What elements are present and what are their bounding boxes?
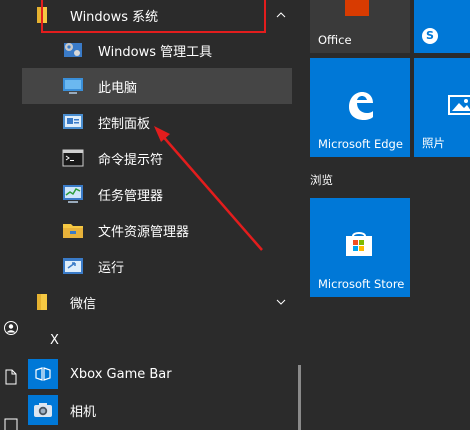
list-item-label: 任务管理器 xyxy=(98,188,164,204)
admin-tools-icon xyxy=(58,35,88,65)
control-panel-icon xyxy=(58,107,88,137)
list-item-admin-tools[interactable]: Windows 管理工具 xyxy=(22,32,292,68)
office-icon xyxy=(345,0,369,16)
folder-icon xyxy=(28,287,58,317)
task-manager-icon xyxy=(58,179,88,209)
photos-icon xyxy=(448,94,470,116)
tile-store[interactable]: Microsoft Store xyxy=(310,198,410,297)
store-icon xyxy=(344,230,374,258)
pictures-icon[interactable] xyxy=(4,418,18,430)
scrollbar[interactable] xyxy=(298,365,301,430)
file-explorer-icon xyxy=(58,215,88,245)
list-item-this-pc[interactable]: 此电脑 xyxy=(22,68,292,104)
cmd-icon xyxy=(58,143,88,173)
list-item-label: 命令提示符 xyxy=(98,152,164,168)
list-item-label: 控制面板 xyxy=(98,116,151,132)
start-menu: Windows 系统 Windows 管理工具 此电脑 控制面板 命令提示符 任… xyxy=(0,0,470,430)
section-letter-x[interactable]: X xyxy=(50,333,59,348)
run-icon xyxy=(58,251,88,281)
chevron-down-icon[interactable] xyxy=(276,299,286,305)
tile-label: Microsoft Store xyxy=(318,277,405,291)
chevron-up-icon[interactable] xyxy=(276,12,286,18)
list-item-cmd[interactable]: 命令提示符 xyxy=(22,140,292,176)
tile-photos[interactable]: 照片 xyxy=(414,58,470,157)
camera-icon xyxy=(28,395,58,425)
group-wechat[interactable]: 微信 xyxy=(22,284,292,320)
list-item-label: 此电脑 xyxy=(98,80,138,96)
start-rail xyxy=(0,0,22,430)
tile-label: Microsoft Edge xyxy=(318,137,403,151)
list-item-run[interactable]: 运行 xyxy=(22,248,292,284)
list-item-label: 运行 xyxy=(98,260,125,276)
folder-icon xyxy=(28,0,58,30)
this-pc-icon xyxy=(58,71,88,101)
group-windows-system[interactable]: Windows 系统 xyxy=(22,0,292,33)
documents-icon[interactable] xyxy=(4,369,18,385)
tile-edge[interactable]: Microsoft Edge xyxy=(310,58,410,157)
tile-skype[interactable]: S xyxy=(414,0,470,53)
user-avatar-icon[interactable] xyxy=(4,321,18,335)
tile-label: 照片 xyxy=(422,136,445,150)
group-label: Windows 系统 xyxy=(70,9,159,25)
list-item-task-manager[interactable]: 任务管理器 xyxy=(22,176,292,212)
list-item-control-panel[interactable]: 控制面板 xyxy=(22,104,292,140)
edge-icon xyxy=(343,88,377,122)
list-item-file-explorer[interactable]: 文件资源管理器 xyxy=(22,212,292,248)
list-item-xbox-game-bar[interactable]: Xbox Game Bar xyxy=(22,356,292,392)
tile-office[interactable]: Office xyxy=(310,0,410,53)
list-item-label: 文件资源管理器 xyxy=(98,224,190,240)
list-item-label: 相机 xyxy=(70,404,97,420)
xbox-game-bar-icon xyxy=(28,359,58,389)
tile-label: Office xyxy=(318,33,352,47)
list-item-label: Xbox Game Bar xyxy=(70,366,172,382)
skype-icon: S xyxy=(422,28,438,44)
list-item-label: Windows 管理工具 xyxy=(98,44,213,60)
list-item-camera[interactable]: 相机 xyxy=(22,392,292,428)
group-label: 微信 xyxy=(70,296,97,312)
section-label-browse: 浏览 xyxy=(310,173,333,187)
